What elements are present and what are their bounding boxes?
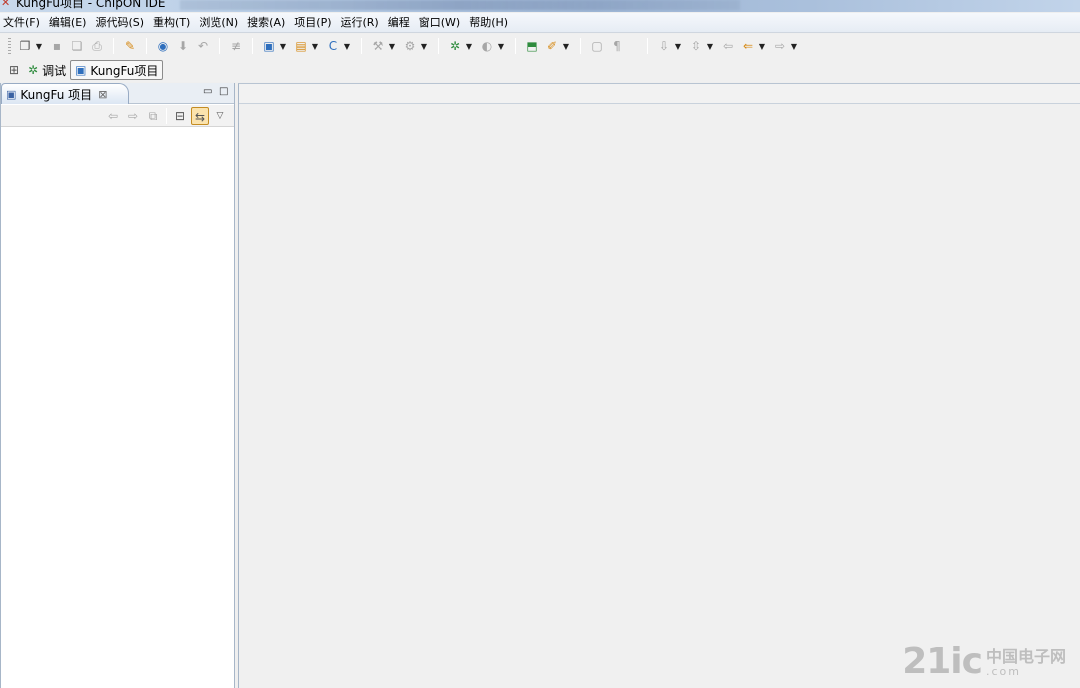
new-project-icon[interactable]: ▣ xyxy=(260,37,278,55)
menu-program[interactable]: 编程 xyxy=(385,13,416,33)
menu-bar: 文件(F) 编辑(E) 源代码(S) 重构(T) 浏览(N) 搜索(A) 项目(… xyxy=(0,13,1080,33)
tool-dropdown-icon[interactable]: ▼ xyxy=(562,42,570,51)
menu-edit[interactable]: 编辑(E) xyxy=(46,13,93,33)
bug-dropdown-icon[interactable]: ▼ xyxy=(465,42,473,51)
tab-label: KungFu 项目 xyxy=(20,87,93,102)
prev-dropdown-icon[interactable]: ▼ xyxy=(758,42,766,51)
watermark-logo: 21ic 中国电子网 .com xyxy=(902,642,1066,682)
menu-project[interactable]: 项目(P) xyxy=(291,13,337,33)
close-icon[interactable]: ⊠ xyxy=(98,88,107,101)
project-icon: ▣ xyxy=(75,63,87,77)
undo-icon[interactable]: ↶ xyxy=(194,37,212,55)
tab-kungfu-project[interactable]: ▣ KungFu 项目 ⊠ xyxy=(1,83,129,104)
new-project-dropdown-icon[interactable]: ▼ xyxy=(279,42,287,51)
new-dropdown-icon[interactable]: ▼ xyxy=(35,42,43,51)
watermark-domain: .com xyxy=(985,665,1021,678)
window-title: KungFu项目 - ChipON IDE xyxy=(16,0,166,10)
maximize-icon[interactable]: □ xyxy=(219,85,228,99)
menu-run[interactable]: 运行(R) xyxy=(338,13,385,33)
annotation-dropdown-icon[interactable]: ▼ xyxy=(674,42,682,51)
menu-refactor[interactable]: 重构(T) xyxy=(150,13,196,33)
toolbar-separator xyxy=(113,38,114,54)
broom-icon[interactable]: ✎ xyxy=(121,37,139,55)
next-dropdown-icon[interactable]: ▼ xyxy=(790,42,798,51)
menu-window[interactable]: 窗口(W) xyxy=(416,13,466,33)
toolbar-separator xyxy=(252,38,253,54)
editor-area[interactable] xyxy=(238,83,1080,688)
forward-icon[interactable]: ⇨ xyxy=(124,107,142,125)
bookmark-dropdown-icon[interactable]: ▼ xyxy=(706,42,714,51)
open-perspective-icon[interactable]: ⊞ xyxy=(5,61,23,79)
watermark-side: 中国电子网 .com xyxy=(986,648,1066,678)
menu-file[interactable]: 文件(F) xyxy=(0,13,46,33)
next-icon[interactable]: ⇨ xyxy=(771,37,789,55)
view-menu-icon[interactable]: ▽ xyxy=(211,107,229,125)
toolbar-separator xyxy=(219,38,220,54)
main-toolbar: ❐ ▼ ▪ ❏ ⎙ ✎ ◉ ⬇ ↶ ≢ ▣ ▼ ▤ ▼ C ▼ ⚒ ▼ ⚙ ▼ … xyxy=(0,34,1080,58)
toolbar-separator xyxy=(438,38,439,54)
toolbar-separator xyxy=(166,107,167,124)
blurred-title-region xyxy=(180,0,740,10)
project-icon: ▣ xyxy=(6,87,17,101)
back-icon[interactable]: ⇦ xyxy=(719,37,737,55)
annotation-icon[interactable]: ⇩ xyxy=(655,37,673,55)
print-icon[interactable]: ⎙ xyxy=(88,37,106,55)
format-icon[interactable]: ≢ xyxy=(227,37,245,55)
project-view-tabbar: ▣ KungFu 项目 ⊠ ▭ □ xyxy=(1,83,234,104)
build-dropdown-icon[interactable]: ▼ xyxy=(388,42,396,51)
toolbar-separator xyxy=(647,38,648,54)
back-icon[interactable]: ⇦ xyxy=(104,107,122,125)
run-dropdown-icon[interactable]: ▼ xyxy=(497,42,505,51)
build-icon[interactable]: ⚒ xyxy=(369,37,387,55)
tool-icon[interactable]: ✐ xyxy=(543,37,561,55)
open-folder-icon[interactable]: ▤ xyxy=(292,37,310,55)
menu-source[interactable]: 源代码(S) xyxy=(92,13,150,33)
run-icon[interactable]: ◐ xyxy=(478,37,496,55)
search-icon[interactable]: ◉ xyxy=(154,37,172,55)
up-icon[interactable]: ⧉ xyxy=(144,107,162,125)
paragraph-icon[interactable]: ¶ xyxy=(608,37,626,55)
perspective-debug[interactable]: ✲ 调试 xyxy=(24,60,70,80)
perspective-debug-label: 调试 xyxy=(42,63,67,78)
download-icon[interactable]: ⬇ xyxy=(174,37,192,55)
menu-help[interactable]: 帮助(H) xyxy=(466,13,514,33)
minimize-icon[interactable]: ▭ xyxy=(203,85,212,99)
toolbar-separator xyxy=(580,38,581,54)
menu-search[interactable]: 搜索(A) xyxy=(244,13,291,33)
bug-icon[interactable]: ✲ xyxy=(446,37,464,55)
debug-gear-icon[interactable]: ⚙ xyxy=(401,37,419,55)
toolbar-separator xyxy=(146,38,147,54)
save-icon[interactable]: ▪ xyxy=(48,37,66,55)
link-with-editor-icon[interactable]: ⇆ xyxy=(191,106,209,125)
perspective-project-label: KungFu项目 xyxy=(90,63,159,78)
watermark-cn: 中国电子网 xyxy=(985,647,1066,666)
editor-tabbar xyxy=(239,84,1080,104)
watermark-main: 21ic xyxy=(902,641,983,682)
new-c-file-icon[interactable]: C xyxy=(324,37,342,55)
bug-icon: ✲ xyxy=(28,63,39,77)
toolbar-separator xyxy=(361,38,362,54)
toolbar-separator xyxy=(515,38,516,54)
perspective-kungfu-project[interactable]: ▣ KungFu项目 xyxy=(70,60,164,80)
debug-gear-dropdown-icon[interactable]: ▼ xyxy=(420,42,428,51)
new-c-file-dropdown-icon[interactable]: ▼ xyxy=(343,42,351,51)
project-tree[interactable] xyxy=(1,128,234,688)
app-icon: ✕ xyxy=(1,0,11,9)
menu-navigate[interactable]: 浏览(N) xyxy=(196,13,244,33)
toolbar-grip xyxy=(8,38,11,54)
doc-icon[interactable]: ▢ xyxy=(588,37,606,55)
project-view-toolbar: ⇦ ⇨ ⧉ ⊟ ⇆ ▽ xyxy=(1,105,234,127)
perspective-bar: ⊞ ✲ 调试 ▣ KungFu项目 xyxy=(0,58,1080,82)
save-all-icon[interactable]: ❏ xyxy=(68,37,86,55)
collapse-all-icon[interactable]: ⊟ xyxy=(171,107,189,125)
open-folder-dropdown-icon[interactable]: ▼ xyxy=(311,42,319,51)
bookmark-icon[interactable]: ⇳ xyxy=(687,37,705,55)
new-icon[interactable]: ❐ xyxy=(16,37,34,55)
project-view: ▣ KungFu 项目 ⊠ ▭ □ ⇦ ⇨ ⧉ ⊟ ⇆ ▽ xyxy=(0,83,235,688)
prev-icon[interactable]: ⇐ xyxy=(739,37,757,55)
program-icon[interactable]: ⬒ xyxy=(523,37,541,55)
title-bar: ✕ KungFu项目 - ChipON IDE xyxy=(0,0,1080,12)
